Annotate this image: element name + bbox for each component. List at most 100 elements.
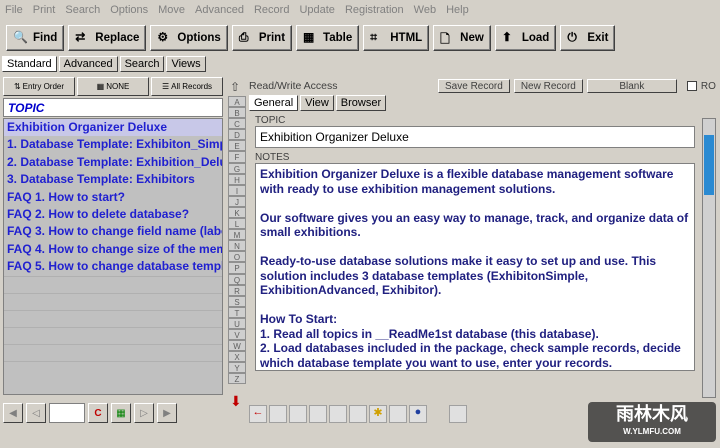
record-tab-strip: General View Browser <box>249 95 717 111</box>
list-item[interactable]: FAQ 4. How to change size of the memo <box>4 241 222 258</box>
menu-search[interactable]: Search <box>60 4 105 16</box>
clipboard-icon[interactable] <box>349 405 367 423</box>
letter-z[interactable]: Z <box>228 373 246 385</box>
list-item[interactable]: 2. Database Template: Exhibition_Deluxe <box>4 154 222 171</box>
record-scrollbar[interactable] <box>702 118 716 398</box>
lightbulb-icon[interactable]: ✱ <box>369 405 387 423</box>
letter-s[interactable]: S <box>228 295 246 307</box>
tab-search[interactable]: Search <box>119 56 165 72</box>
tab-advanced[interactable]: Advanced <box>58 56 118 72</box>
new-record-button[interactable]: New Record <box>513 79 583 93</box>
tab-view[interactable]: View <box>300 95 334 111</box>
letter-t[interactable]: T <box>228 306 246 318</box>
scrollbar-thumb[interactable] <box>704 135 714 195</box>
notes-field-label: NOTES <box>255 152 290 163</box>
entry-order-button[interactable]: ⇅ Entry Order <box>3 77 75 96</box>
menu-record[interactable]: Record <box>249 4 294 16</box>
letter-w[interactable]: W <box>228 340 246 352</box>
letter-g[interactable]: G <box>228 162 246 174</box>
letter-x[interactable]: X <box>228 351 246 363</box>
replace-button[interactable]: ⇄ Replace <box>68 25 147 51</box>
up-arrow-icon[interactable]: ⇧ <box>230 80 240 94</box>
find-button[interactable]: 🔍 Find <box>6 25 65 51</box>
menu-web[interactable]: Web <box>409 4 441 16</box>
new-button[interactable]: 🗋 New <box>433 25 491 51</box>
list-item[interactable]: Exhibition Organizer Deluxe <box>4 119 222 137</box>
next-arrow-icon[interactable]: ▶ <box>157 403 177 423</box>
letter-e[interactable]: E <box>228 140 246 152</box>
delete-record-icon[interactable] <box>289 405 307 423</box>
letter-b[interactable]: B <box>228 107 246 119</box>
notes-field[interactable]: Exhibition Organizer Deluxe is a flexibl… <box>255 163 695 371</box>
list-item[interactable]: FAQ 5. How to change database template <box>4 258 222 275</box>
load-button[interactable]: ⬆ Load <box>494 25 557 51</box>
table-button[interactable]: ▦ Table <box>296 25 360 51</box>
menu-help[interactable]: Help <box>441 4 474 16</box>
exit-button[interactable]: ⏻ Exit <box>560 25 616 51</box>
prev-page-icon[interactable]: ◁ <box>26 403 46 423</box>
list-item[interactable]: FAQ 1. How to start? <box>4 189 222 206</box>
tab-views[interactable]: Views <box>166 56 206 72</box>
options-button-label: Options <box>177 32 221 44</box>
window-icon[interactable] <box>389 405 407 423</box>
menu-registration[interactable]: Registration <box>340 4 409 16</box>
letter-n[interactable]: N <box>228 240 246 252</box>
read-only-checkbox[interactable] <box>686 81 697 91</box>
refresh-icon[interactable]: C <box>88 403 108 423</box>
back-arrow-icon[interactable]: ← <box>249 405 267 423</box>
menu-options[interactable]: Options <box>105 4 153 16</box>
menu-file[interactable]: File <box>0 4 28 16</box>
watermark-url: W.YLMFU.COM <box>623 427 681 436</box>
menu-move[interactable]: Move <box>153 4 190 16</box>
globe-icon[interactable]: ● <box>409 405 427 423</box>
export-icon[interactable] <box>449 405 467 423</box>
menu-print[interactable]: Print <box>28 4 61 16</box>
next-page-icon[interactable]: ▷ <box>134 403 154 423</box>
html-button[interactable]: ⌗ HTML <box>363 25 430 51</box>
letter-c[interactable]: C <box>228 118 246 130</box>
list-item[interactable]: 3. Database Template: Exhibitors <box>4 171 222 188</box>
down-arrow-icon[interactable]: ⬇ <box>230 393 242 410</box>
menu-advanced[interactable]: Advanced <box>190 4 249 16</box>
empty-row <box>4 309 222 327</box>
filter-none-button[interactable]: ▦ NONE <box>77 77 149 96</box>
list-item[interactable]: FAQ 3. How to change field name (label) <box>4 223 222 240</box>
tab-general[interactable]: General <box>249 95 299 111</box>
letter-r[interactable]: R <box>228 284 246 296</box>
all-records-button[interactable]: ☰ All Records <box>151 77 223 96</box>
list-item[interactable]: FAQ 2. How to delete database? <box>4 206 222 223</box>
letter-i[interactable]: I <box>228 184 246 196</box>
copy-record-icon[interactable] <box>309 405 327 423</box>
letter-q[interactable]: Q <box>228 273 246 285</box>
letter-f[interactable]: F <box>228 151 246 163</box>
letter-y[interactable]: Y <box>228 362 246 374</box>
letter-u[interactable]: U <box>228 317 246 329</box>
print-record-icon[interactable] <box>269 405 287 423</box>
letter-d[interactable]: D <box>228 129 246 141</box>
save-record-button[interactable]: Save Record <box>438 79 510 93</box>
tab-standard[interactable]: Standard <box>2 56 57 72</box>
print-button[interactable]: ⎙ Print <box>231 25 293 51</box>
record-number-input[interactable] <box>49 403 85 423</box>
prev-arrow-icon[interactable]: ◀ <box>3 403 23 423</box>
letter-v[interactable]: V <box>228 328 246 341</box>
letter-a[interactable]: A <box>228 96 246 108</box>
topic-field[interactable]: Exhibition Organizer Deluxe <box>255 126 695 148</box>
letter-l[interactable]: L <box>228 218 246 230</box>
menu-update[interactable]: Update <box>294 4 339 16</box>
blank-button[interactable]: Blank <box>586 79 677 93</box>
options-button[interactable]: ⚙ Options <box>150 25 228 51</box>
empty-row <box>4 360 222 378</box>
paste-record-icon[interactable] <box>329 405 347 423</box>
letter-k[interactable]: K <box>228 206 246 219</box>
topic-list[interactable]: Exhibition Organizer Deluxe 1. Database T… <box>3 118 223 395</box>
letter-m[interactable]: M <box>228 229 246 241</box>
grid-icon[interactable]: ▦ <box>111 403 131 423</box>
letter-p[interactable]: P <box>228 262 246 274</box>
list-item[interactable]: 1. Database Template: Exhibiton_Simple <box>4 136 222 153</box>
letter-o[interactable]: O <box>228 251 246 263</box>
tab-browser[interactable]: Browser <box>335 95 387 111</box>
letter-h[interactable]: H <box>228 173 246 185</box>
topic-column-header[interactable]: TOPIC <box>3 98 223 117</box>
letter-j[interactable]: J <box>228 195 246 207</box>
